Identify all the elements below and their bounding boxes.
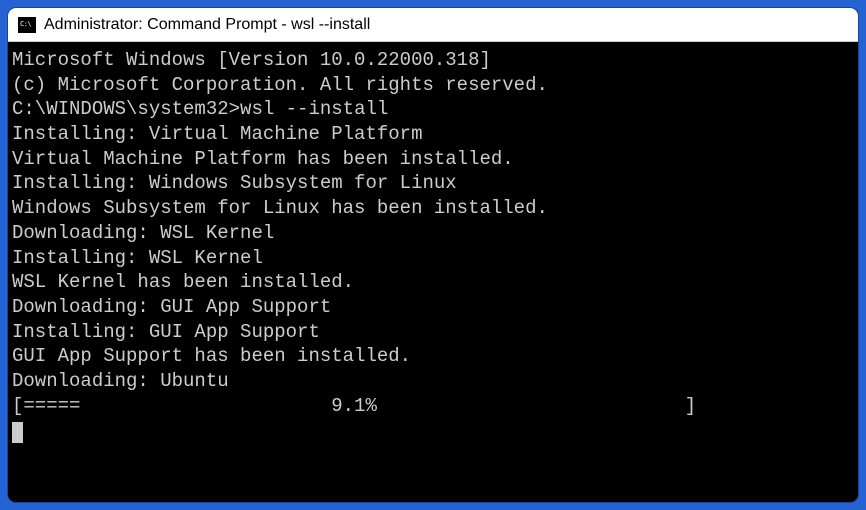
output-line: Downloading: WSL Kernel bbox=[12, 221, 854, 246]
version-line: Microsoft Windows [Version 10.0.22000.31… bbox=[12, 48, 854, 73]
copyright-line: (c) Microsoft Corporation. All rights re… bbox=[12, 73, 854, 98]
output-line: WSL Kernel has been installed. bbox=[12, 270, 854, 295]
title-bar[interactable]: C:\ Administrator: Command Prompt - wsl … bbox=[8, 8, 858, 42]
window-title: Administrator: Command Prompt - wsl --in… bbox=[44, 16, 370, 34]
output-line: Installing: WSL Kernel bbox=[12, 246, 854, 271]
progress-bar: [===== 9.1% ] bbox=[12, 394, 854, 419]
prompt-text: C:\WINDOWS\system32> bbox=[12, 97, 240, 122]
output-line: Installing: Virtual Machine Platform bbox=[12, 122, 854, 147]
output-line: Virtual Machine Platform has been instal… bbox=[12, 147, 854, 172]
text-cursor bbox=[12, 422, 23, 443]
output-line: Downloading: GUI App Support bbox=[12, 295, 854, 320]
command-prompt-window: C:\ Administrator: Command Prompt - wsl … bbox=[8, 8, 858, 502]
command-text: wsl --install bbox=[240, 97, 388, 122]
prompt-line: C:\WINDOWS\system32>wsl --install bbox=[12, 97, 854, 122]
output-line: Installing: GUI App Support bbox=[12, 320, 854, 345]
cmd-icon-text: C:\ bbox=[20, 21, 31, 28]
cmd-icon: C:\ bbox=[18, 17, 36, 33]
output-line: Downloading: Ubuntu bbox=[12, 369, 854, 394]
terminal-output[interactable]: Microsoft Windows [Version 10.0.22000.31… bbox=[8, 42, 858, 502]
output-line: GUI App Support has been installed. bbox=[12, 344, 854, 369]
output-line: Windows Subsystem for Linux has been ins… bbox=[12, 196, 854, 221]
output-line: Installing: Windows Subsystem for Linux bbox=[12, 171, 854, 196]
